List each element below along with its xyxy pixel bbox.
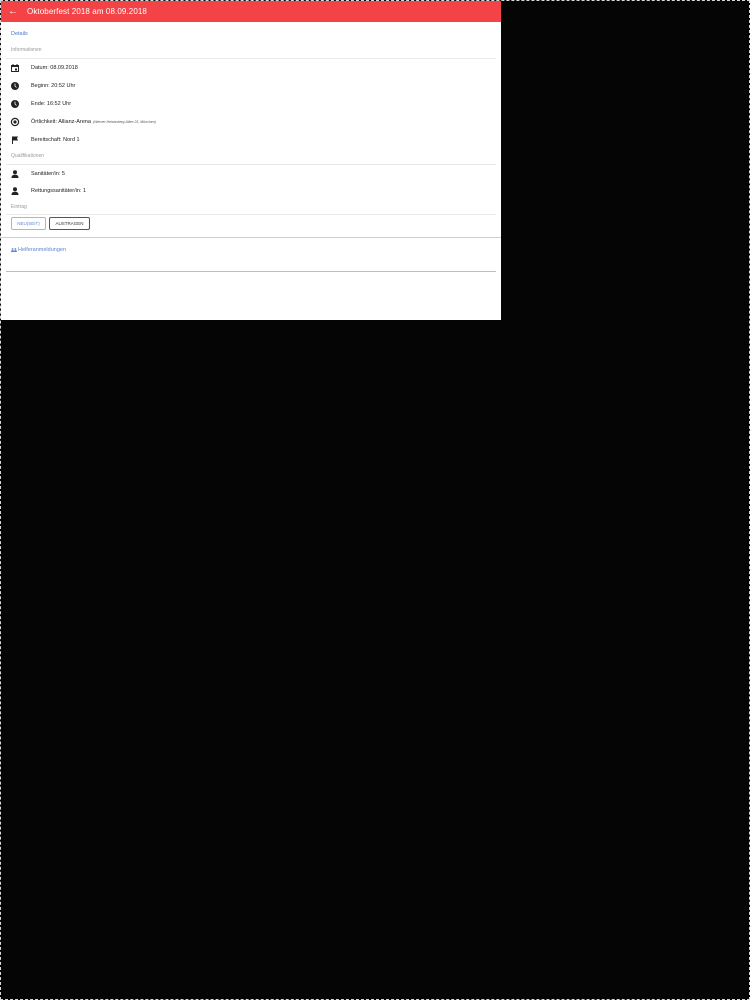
person-icon [11, 187, 19, 195]
divider [6, 58, 496, 59]
info-date-text: Datum: 08.09.2018 [31, 65, 78, 71]
qualification-row: Rettungssanitäter/in: 1 [10, 186, 86, 196]
section-qualifikationen: Qualifikationen [11, 153, 45, 159]
section-eintrag: Eintrag [11, 204, 27, 210]
flag-icon [12, 136, 18, 144]
info-end-text: Ende: 16:52 Uhr [31, 101, 72, 107]
tab-details[interactable]: Details [11, 31, 28, 37]
info-start-text: Beginn: 20:52 Uhr [31, 83, 76, 89]
info-row-location: Örtlichkeit: Allianz-Arena (Werner-Heise… [10, 117, 156, 127]
info-row-start: Beginn: 20:52 Uhr [10, 81, 75, 91]
group-icon [11, 248, 17, 252]
info-bereitschaft-text: Bereitschaft: Nord 1 [31, 137, 80, 143]
app-bar: ← Oktoberfest 2018 am 08.09.2018 [1, 1, 501, 22]
divider [1, 237, 501, 238]
person-icon [11, 170, 19, 178]
divider [6, 164, 496, 165]
info-row-date: Datum: 08.09.2018 [10, 63, 78, 73]
qualification-text: Sanitäter/in: 5 [31, 171, 65, 177]
app-window: ← Oktoberfest 2018 am 08.09.2018 Details… [1, 1, 501, 320]
helferanmeldungen-label: Helferanmeldungen [18, 247, 67, 253]
location-icon [10, 117, 20, 127]
info-row-bereitschaft: Bereitschaft: Nord 1 [10, 135, 80, 145]
qualification-row: Sanitäter/in: 5 [10, 169, 65, 179]
page: ← Oktoberfest 2018 am 08.09.2018 Details… [0, 0, 750, 1000]
info-location-address: (Werner-Heisenberg-Allee 25, München) [92, 120, 156, 124]
austragen-button[interactable]: AUSTRAGEN [49, 217, 90, 230]
calendar-icon [11, 64, 19, 72]
neu-button[interactable]: NEU(SEIT) [11, 217, 46, 230]
page-title: Oktoberfest 2018 am 08.09.2018 [27, 7, 147, 16]
qualification-text: Rettungssanitäter/in: 1 [31, 188, 87, 194]
divider [6, 214, 496, 215]
clock-icon [11, 82, 19, 90]
info-location-text: Örtlichkeit: Allianz-Arena [31, 119, 91, 125]
helferanmeldungen-link[interactable]: Helferanmeldungen [11, 247, 66, 253]
arrow-back-icon[interactable]: ← [8, 6, 20, 18]
section-informationen: Informationen [11, 47, 42, 53]
info-row-end: Ende: 16:52 Uhr [10, 99, 71, 109]
clock-icon [11, 100, 19, 108]
divider [6, 271, 496, 272]
